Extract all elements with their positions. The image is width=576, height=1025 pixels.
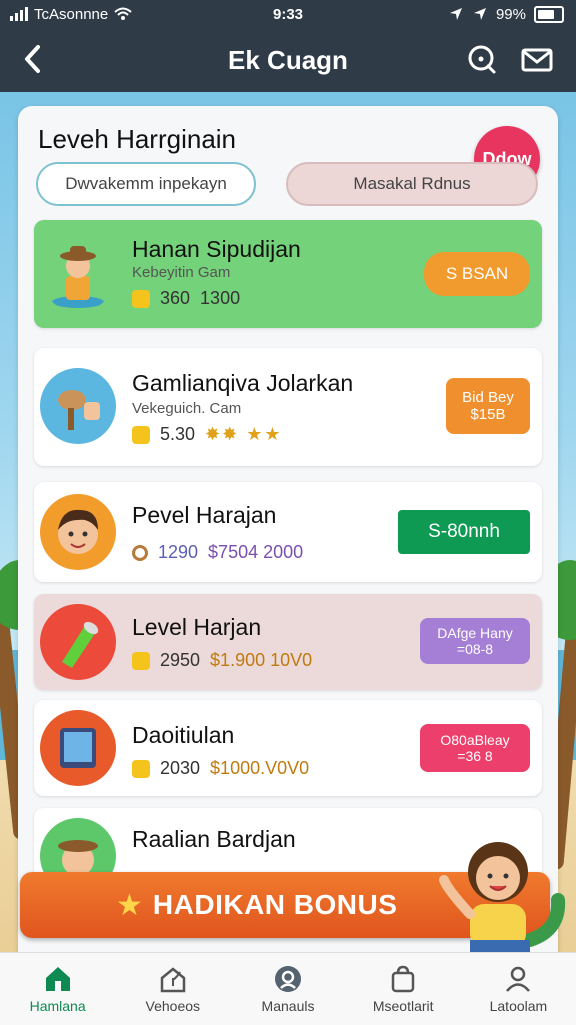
row-stats: 2950 $1.900 10V0 xyxy=(132,650,312,671)
status-right: 99% xyxy=(448,5,564,23)
page-title: Ek Cuagn xyxy=(228,44,348,75)
telescope-avatar-icon xyxy=(40,368,116,444)
ring-coin-icon xyxy=(132,544,148,561)
list-item[interactable]: Hanan Sipudijan Kebeyitin Gam 360 1300 S… xyxy=(34,220,542,328)
row-action-button[interactable]: DAfge Hany =08-8 xyxy=(420,618,530,664)
status-bar: TcAsonnne 9:33 99% xyxy=(0,0,576,28)
bag-icon xyxy=(391,965,415,993)
star-icon: ★ xyxy=(116,888,143,922)
nav-item-vehoeos[interactable]: Vehoeos xyxy=(115,953,230,1025)
bottom-nav: Hamlana Vehoeos Manauls Mseotlarit Latoo… xyxy=(0,952,576,1025)
stat-b: $1000.V0V0 xyxy=(210,758,310,778)
battery-percent: 99% xyxy=(495,5,526,23)
nav-label: Manauls xyxy=(261,998,315,1014)
coin-icon xyxy=(132,651,150,670)
nav-label: Mseotlarit xyxy=(372,998,434,1014)
house-plant-icon xyxy=(160,967,186,993)
coin-icon xyxy=(132,425,150,444)
girl-character-illustration xyxy=(439,842,566,960)
row-sub: Kebeyitin Gam xyxy=(132,264,231,281)
chevron-left-icon xyxy=(25,45,40,73)
row-name: Level Harjan xyxy=(132,614,262,640)
star-rating: ✸✸ ★★ xyxy=(205,424,283,444)
search-pill[interactable]: Dwvakemm inpekayn xyxy=(36,162,256,206)
row-name: Daoitiulan xyxy=(132,722,235,748)
row-stats: 1290 $7504 2000 xyxy=(132,542,303,563)
nav-label: Latoolam xyxy=(489,998,548,1014)
battery-icon xyxy=(534,5,564,23)
row-action-button[interactable]: S-80nnh xyxy=(398,510,530,554)
back-button[interactable] xyxy=(22,44,44,82)
list-item[interactable]: Level Harjan 2950 $1.900 10V0 DAfge Hany… xyxy=(34,594,542,690)
row-action-button[interactable]: S BSAN xyxy=(424,252,530,296)
bottle-avatar-icon xyxy=(40,604,116,680)
coin-icon xyxy=(132,759,150,778)
app-header: Ek Cuagn xyxy=(0,28,576,92)
user-icon xyxy=(506,966,531,992)
list-item[interactable]: Daoitiulan 2030 $1000.V0V0 O80aBleay =36… xyxy=(34,700,542,796)
stat-b: $1.900 10V0 xyxy=(210,650,313,670)
help-icon[interactable] xyxy=(464,42,498,76)
row-action-button[interactable]: O80aBleay =36 8 xyxy=(420,724,530,772)
bonus-pill[interactable]: Masakal Rdnus xyxy=(286,162,538,206)
row-action-button[interactable]: Bid Bey $15B xyxy=(446,378,530,434)
stat-a: 2030 xyxy=(160,758,201,778)
home-icon xyxy=(45,967,70,991)
row-name: Hanan Sipudijan xyxy=(132,236,301,262)
list-item[interactable]: Pevel Harajan 1290 $7504 2000 S-80nnh xyxy=(34,482,542,582)
location-arrow-icon xyxy=(449,8,462,20)
stat-a: 360 xyxy=(160,288,191,308)
mail-icon[interactable] xyxy=(520,42,554,76)
row-stats: 5.30 ✸✸ ★★ xyxy=(132,424,283,445)
panel-title: Leveh Harrginain xyxy=(38,124,237,154)
row-stats: 2030 $1000.V0V0 xyxy=(132,758,309,779)
coin-icon xyxy=(132,289,150,308)
stat-a: 1290 xyxy=(158,542,199,562)
list-item[interactable]: Gamlianqiva Jolarkan Vekeguich. Cam 5.30… xyxy=(34,348,542,466)
stat-b: $7504 2000 xyxy=(208,542,304,562)
row-name: Pevel Harajan xyxy=(132,502,277,528)
nav-label: Hamlana xyxy=(29,998,86,1014)
navigation-arrow-icon xyxy=(473,8,486,20)
explorer-avatar-icon xyxy=(52,246,104,308)
nav-label: Vehoeos xyxy=(145,998,201,1014)
bonus-banner-label: HADIKAN BONUS xyxy=(152,889,398,920)
stat-a: 2950 xyxy=(160,650,201,670)
stat-b: 1300 xyxy=(200,288,241,308)
boy-avatar-icon xyxy=(40,494,116,570)
tablet-avatar-icon xyxy=(40,710,116,786)
nav-item-home[interactable]: Hamlana xyxy=(0,953,115,1025)
nav-item-mseotlarit[interactable]: Mseotlarit xyxy=(346,953,461,1025)
row-sub: Vekeguich. Cam xyxy=(132,400,242,417)
nav-item-latoolam[interactable]: Latoolam xyxy=(461,953,576,1025)
row-stats: 360 1300 xyxy=(132,288,240,309)
stat-a: 5.30 xyxy=(160,424,196,444)
nav-item-manauls[interactable]: Manauls xyxy=(230,953,345,1025)
profile-circle-icon xyxy=(275,966,301,992)
row-name: Gamlianqiva Jolarkan xyxy=(132,370,354,396)
row-name: Raalian Bardjan xyxy=(132,826,296,852)
